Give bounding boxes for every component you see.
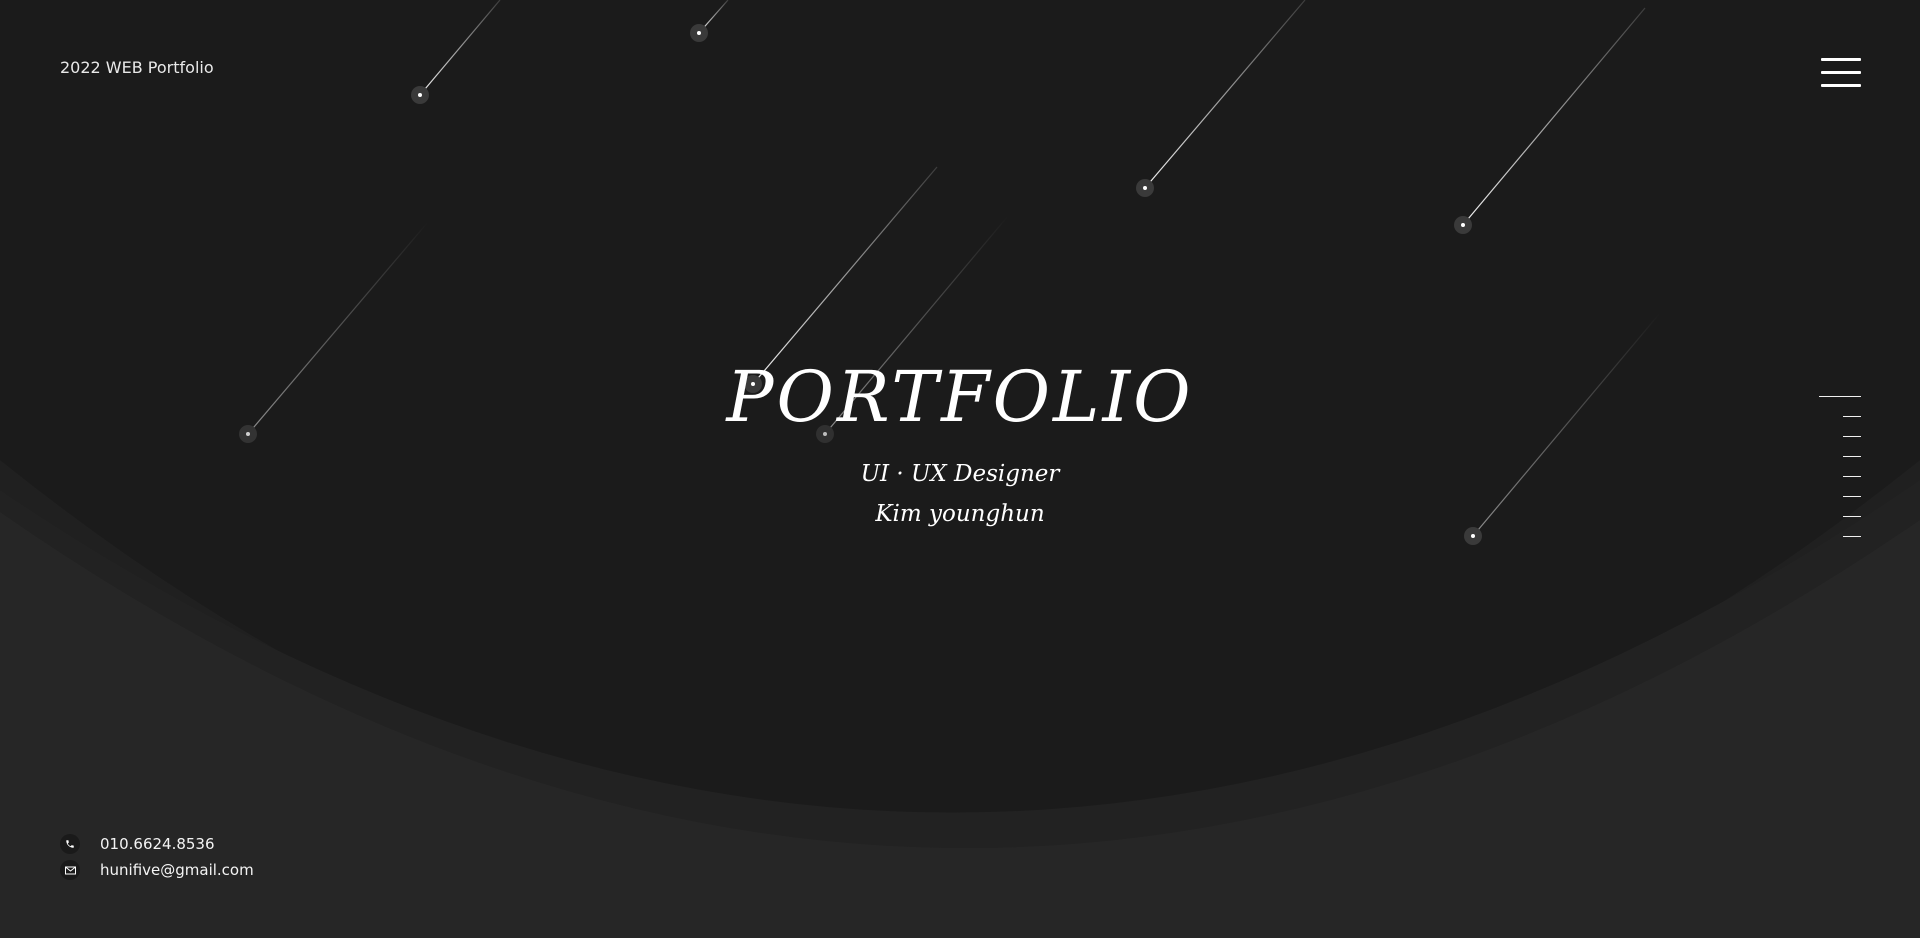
section-nav-item-7[interactable]: [1819, 516, 1861, 536]
hero-section: PORTFOLIO UI · UX Designer Kim younghun: [0, 362, 1920, 534]
menu-bar: [1821, 58, 1861, 61]
contact-phone[interactable]: 010.6624.8536: [100, 835, 215, 853]
section-nav-item-6[interactable]: [1819, 496, 1861, 516]
wave-front: [0, 512, 1920, 938]
section-nav-item-5[interactable]: [1819, 476, 1861, 496]
phone-icon: [60, 834, 80, 854]
portfolio-page: 2022 WEB Portfolio PORTFOLIO UI · UX Des…: [0, 0, 1920, 938]
shooting-star: [411, 0, 501, 104]
section-nav-item-4[interactable]: [1819, 456, 1861, 476]
section-nav-item-8[interactable]: [1819, 536, 1861, 556]
section-nav-item-2[interactable]: [1819, 416, 1861, 436]
contact-email-row: hunifive@gmail.com: [60, 857, 254, 883]
hamburger-menu-icon[interactable]: [1821, 58, 1861, 90]
menu-bar: [1821, 84, 1861, 87]
section-nav-item-3[interactable]: [1819, 436, 1861, 456]
section-nav-item-1[interactable]: [1819, 396, 1861, 416]
contact-email[interactable]: hunifive@gmail.com: [100, 861, 254, 879]
shooting-star: [1454, 7, 1646, 234]
section-nav: [1819, 396, 1861, 556]
shooting-star: [1136, 0, 1306, 197]
hero-role: UI · UX Designer: [860, 461, 1060, 487]
menu-bar: [1821, 71, 1861, 74]
contact-phone-row: 010.6624.8536: [60, 831, 254, 857]
shooting-star: [690, 0, 729, 42]
hero-title: PORTFOLIO: [726, 356, 1194, 438]
hero-name: Kim younghun: [875, 501, 1045, 527]
mail-icon: [60, 860, 80, 880]
contact-info: 010.6624.8536 hunifive@gmail.com: [60, 831, 254, 883]
site-title[interactable]: 2022 WEB Portfolio: [60, 58, 214, 77]
